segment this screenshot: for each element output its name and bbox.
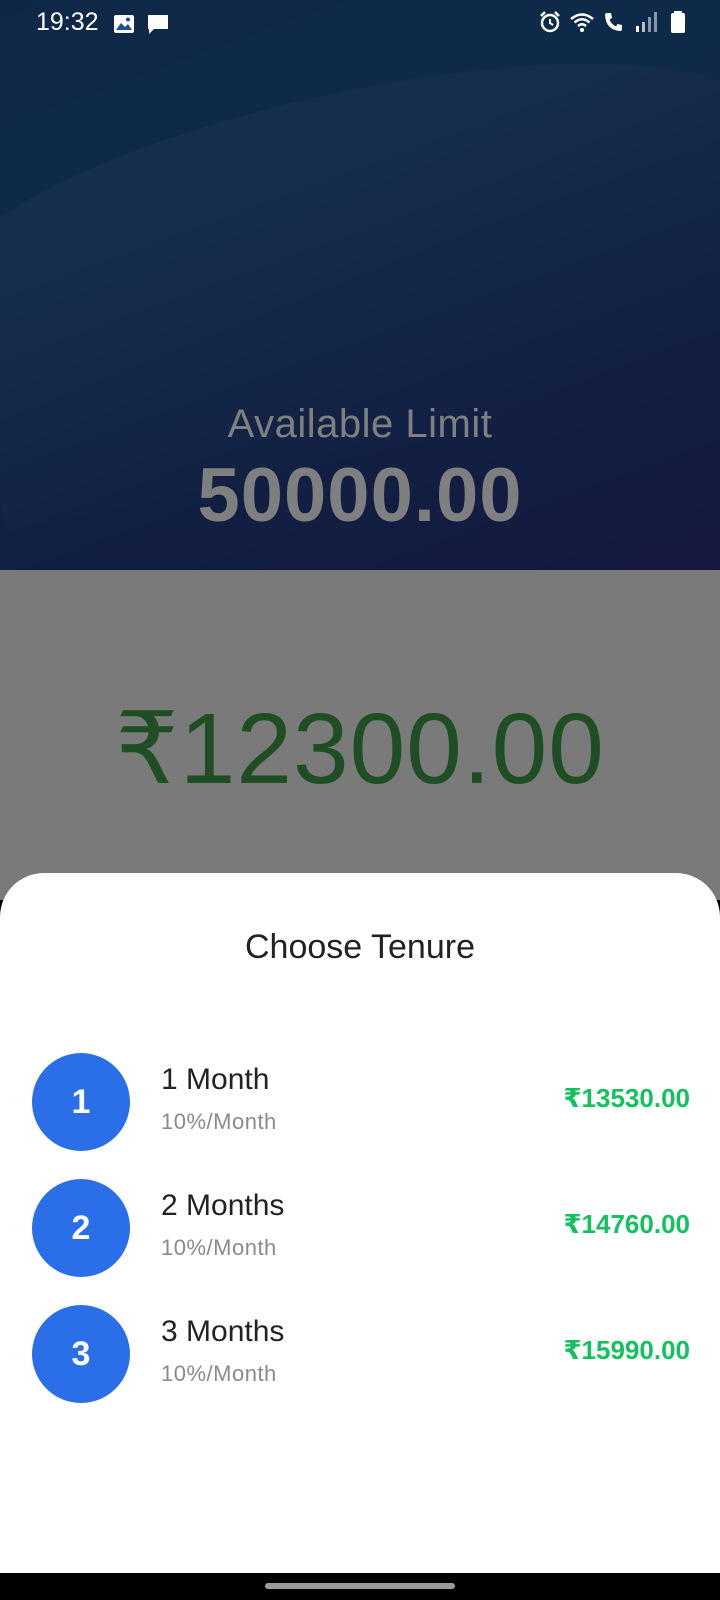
tenure-amount: ₹13530.00: [563, 1083, 690, 1113]
status-bar: 19:32: [0, 0, 720, 46]
tenure-option-2[interactable]: 2 2 Months 10%/Month ₹14760.00: [0, 1179, 720, 1279]
tenure-number-badge: 3: [32, 1305, 130, 1403]
status-time: 19:32: [36, 8, 99, 36]
battery-icon: [671, 11, 685, 33]
home-gesture-handle[interactable]: [265, 1583, 455, 1589]
tenure-name: 2 Months: [161, 1189, 285, 1222]
tenure-rate: 10%/Month: [161, 1361, 277, 1386]
tenure-amount: ₹14760.00: [563, 1209, 690, 1239]
tenure-bottom-sheet: Choose Tenure 1 1 Month 10%/Month ₹13530…: [0, 873, 720, 1573]
image-icon: [114, 15, 134, 33]
navigation-bar: [0, 1573, 720, 1600]
wifi-calling-icon: [605, 13, 622, 31]
tenure-amount: ₹15990.00: [563, 1335, 690, 1365]
tenure-name: 3 Months: [161, 1315, 285, 1348]
status-left-icons: [112, 12, 170, 36]
signal-icon: [636, 12, 657, 32]
sheet-title: Choose Tenure: [245, 928, 475, 966]
tenure-option-3[interactable]: 3 3 Months 10%/Month ₹15990.00: [0, 1305, 720, 1405]
wifi-icon: [570, 13, 594, 32]
alarm-icon: [540, 11, 560, 33]
message-icon: [148, 15, 168, 34]
status-right-icons: [538, 10, 690, 34]
tenure-rate: 10%/Month: [161, 1235, 277, 1260]
tenure-option-1[interactable]: 1 1 Month 10%/Month ₹13530.00: [0, 1053, 720, 1153]
tenure-rate: 10%/Month: [161, 1109, 277, 1134]
tenure-number-badge: 1: [32, 1053, 130, 1151]
tenure-number-badge: 2: [32, 1179, 130, 1277]
tenure-name: 1 Month: [161, 1063, 270, 1096]
